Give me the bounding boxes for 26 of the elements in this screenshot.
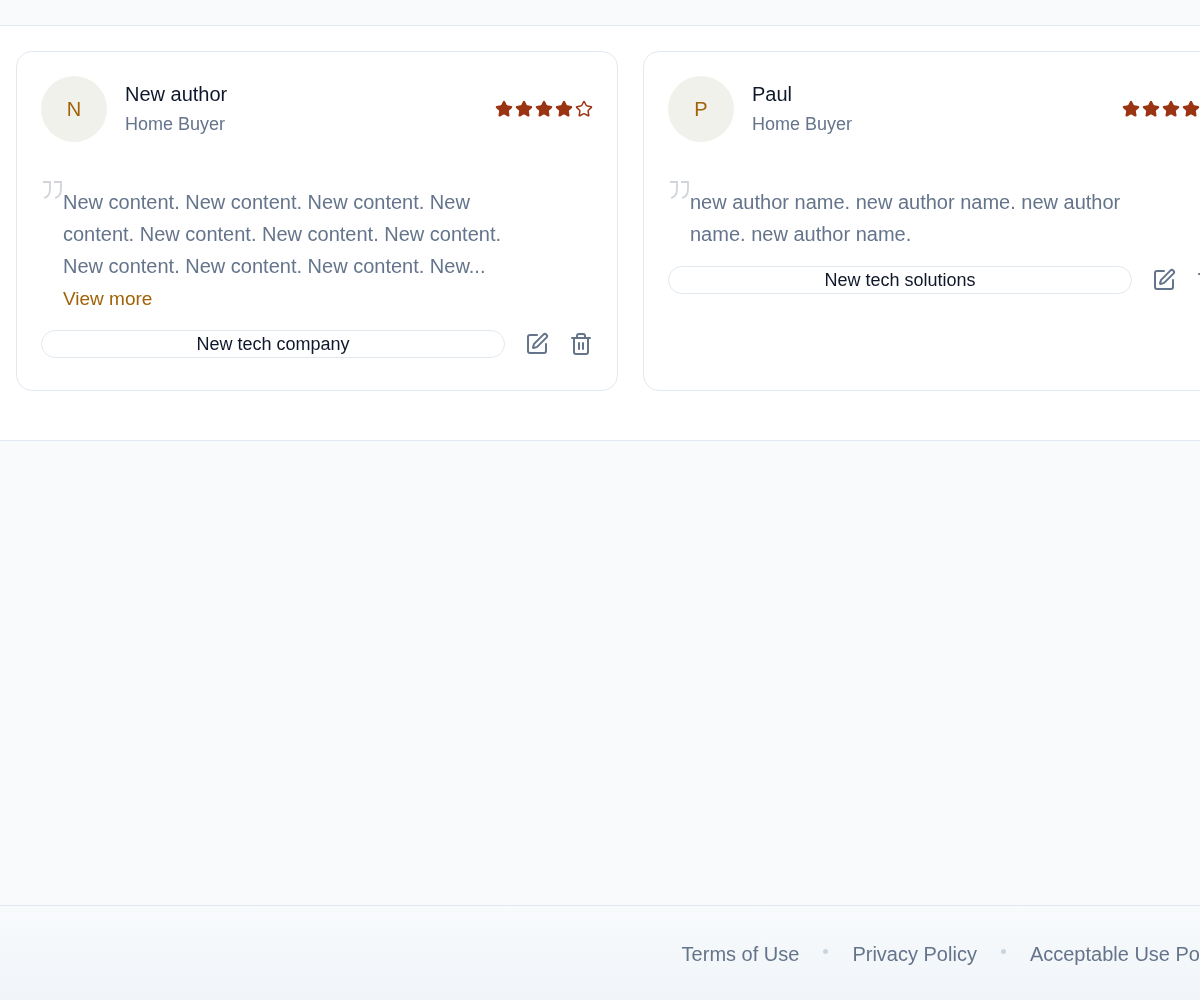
view-more-link[interactable]: View more (63, 285, 533, 314)
edit-icon[interactable] (525, 331, 549, 356)
review-text: new author name. new author name. new author name. new author name. (690, 190, 1122, 247)
avatar: N (41, 76, 107, 142)
quote-icon (668, 180, 690, 200)
author-name: Paul (752, 82, 794, 107)
author-role: Home Buyer (125, 113, 227, 136)
review-text: New content. New content. New content. New content. New content. New content. New content. New content. New content. New content. New... (63, 190, 503, 279)
star-icon (495, 100, 513, 118)
avatar: P (668, 76, 734, 142)
footer-link[interactable]: Privacy Policy (852, 939, 977, 969)
star-icon (575, 100, 593, 118)
edit-icon[interactable] (1152, 268, 1176, 292)
star-icon (515, 100, 533, 118)
footer-link[interactable]: Terms of Use (681, 939, 800, 969)
quote-icon (41, 180, 63, 200)
star-icon (555, 100, 573, 118)
star-icon (535, 100, 553, 118)
star-icon (1162, 100, 1180, 118)
star-icon (1122, 100, 1140, 118)
star-icon (1182, 100, 1200, 118)
author-role: Home Buyer (752, 113, 853, 136)
footer-link[interactable]: Acceptable Use Po (1029, 939, 1200, 969)
author-name: New author (125, 82, 228, 107)
delete-icon[interactable] (569, 331, 593, 356)
star-icon (1142, 100, 1160, 118)
